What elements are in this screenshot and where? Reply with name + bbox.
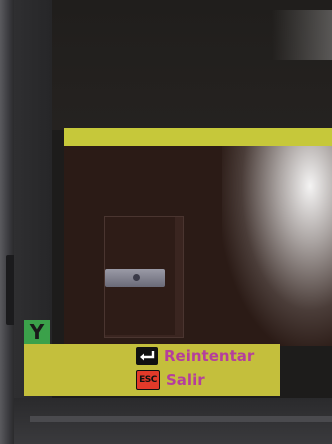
esc-key-icon: ESC bbox=[136, 370, 160, 390]
retry-action[interactable]: Reintentar bbox=[136, 346, 254, 366]
screen-glare bbox=[222, 146, 332, 346]
device-bottom-lip bbox=[30, 416, 332, 422]
display-screen bbox=[52, 0, 332, 398]
device-bezel-left bbox=[0, 0, 14, 444]
exit-label: Salir bbox=[166, 371, 205, 389]
exit-action[interactable]: ESC Salir bbox=[136, 370, 205, 390]
action-footer: Reintentar ESC Salir bbox=[24, 344, 280, 396]
splice-view-area bbox=[64, 146, 332, 346]
enter-key-icon bbox=[136, 347, 158, 365]
retry-label: Reintentar bbox=[164, 347, 255, 365]
device-frame: Y Reintentar ESC Salir bbox=[0, 0, 332, 444]
fiber-icon bbox=[105, 269, 165, 287]
axis-badge: Y bbox=[24, 320, 50, 344]
fiber-view-window bbox=[104, 216, 184, 338]
header-bar bbox=[64, 128, 332, 146]
fiber-tip-dot bbox=[133, 274, 140, 281]
screen-upper-area bbox=[52, 0, 332, 130]
glare-reflection bbox=[272, 10, 332, 60]
